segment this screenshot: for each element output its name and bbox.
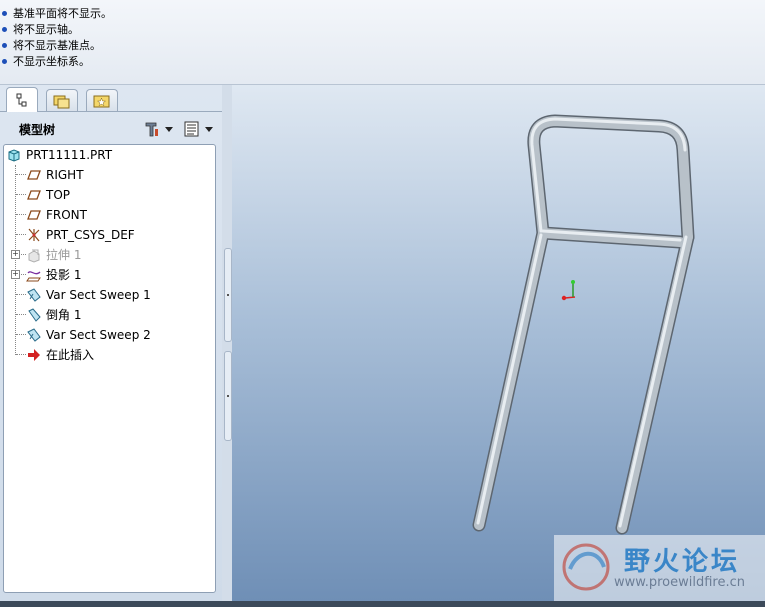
watermark-title: 野火论坛 — [624, 547, 741, 577]
message-line: 基准平面将不显示。 — [0, 6, 112, 22]
insert-here-arrow-icon — [28, 349, 40, 361]
splitter-handle-top[interactable] — [224, 248, 232, 342]
part-icon — [8, 149, 20, 162]
extrude-icon — [28, 249, 40, 263]
datum-plane-icon — [27, 210, 41, 220]
bullet-icon — [2, 43, 7, 48]
expand-toggle[interactable]: + — [11, 270, 20, 279]
datum-plane-icon — [27, 190, 41, 200]
model-tree-icon — [16, 93, 27, 107]
bullet-icon — [2, 27, 7, 32]
sweep-icon — [27, 288, 41, 302]
model-tree: PRT11111.PRT RIGHT TOP FRONT PRT_CSYS_DE… — [3, 144, 216, 593]
tube-frame-model — [472, 114, 695, 535]
graphics-viewport[interactable]: 野火论坛 www.proewildfire.cn — [232, 85, 765, 601]
splitter-handle-bottom[interactable] — [224, 351, 232, 441]
message-area: 基准平面将不显示。 将不显示轴。 将不显示基准点。 不显示坐标系。 — [0, 0, 765, 85]
tube-body — [474, 116, 693, 533]
message-line: 将不显示轴。 — [0, 22, 79, 38]
projection-icon — [26, 271, 41, 282]
csys-icon — [28, 228, 40, 242]
watermark-logo — [562, 543, 610, 591]
bullet-icon — [2, 11, 7, 16]
watermark: 野火论坛 www.proewildfire.cn — [554, 535, 765, 601]
tab-model-tree[interactable] — [6, 87, 38, 112]
tree-show-button[interactable] — [183, 119, 217, 139]
folder-browser-icon — [53, 95, 70, 109]
favorites-folder-icon — [93, 95, 110, 108]
expand-toggle[interactable]: + — [11, 250, 20, 259]
navigator-panel: 模型树 PRT11111.PRT RIGHT TOP FRONT PRT_CSY… — [0, 85, 232, 601]
datum-plane-icon — [27, 170, 41, 180]
chevron-down-icon — [165, 126, 173, 132]
message-line: 将不显示基准点。 — [0, 38, 101, 54]
status-bar — [0, 601, 765, 607]
chamfer-icon — [28, 308, 41, 322]
tab-folder-browser[interactable] — [46, 89, 78, 112]
model-tree-header: 模型树 — [0, 115, 232, 143]
tube-highlight — [476, 117, 688, 528]
csys-triad-icon — [561, 280, 576, 301]
tube-outline — [472, 114, 695, 535]
chevron-down-icon — [205, 126, 213, 132]
tab-favorites[interactable] — [86, 89, 118, 112]
panel-splitter[interactable] — [222, 85, 232, 601]
watermark-url: www.proewildfire.cn — [614, 575, 745, 590]
tree-show-icon — [184, 121, 199, 137]
tree-settings-icon — [145, 122, 158, 137]
bullet-icon — [2, 59, 7, 64]
sweep-icon — [27, 328, 41, 342]
message-line: 不显示坐标系。 — [0, 54, 90, 70]
model-tree-title: 模型树 — [19, 123, 56, 137]
tree-settings-button[interactable] — [143, 119, 177, 139]
